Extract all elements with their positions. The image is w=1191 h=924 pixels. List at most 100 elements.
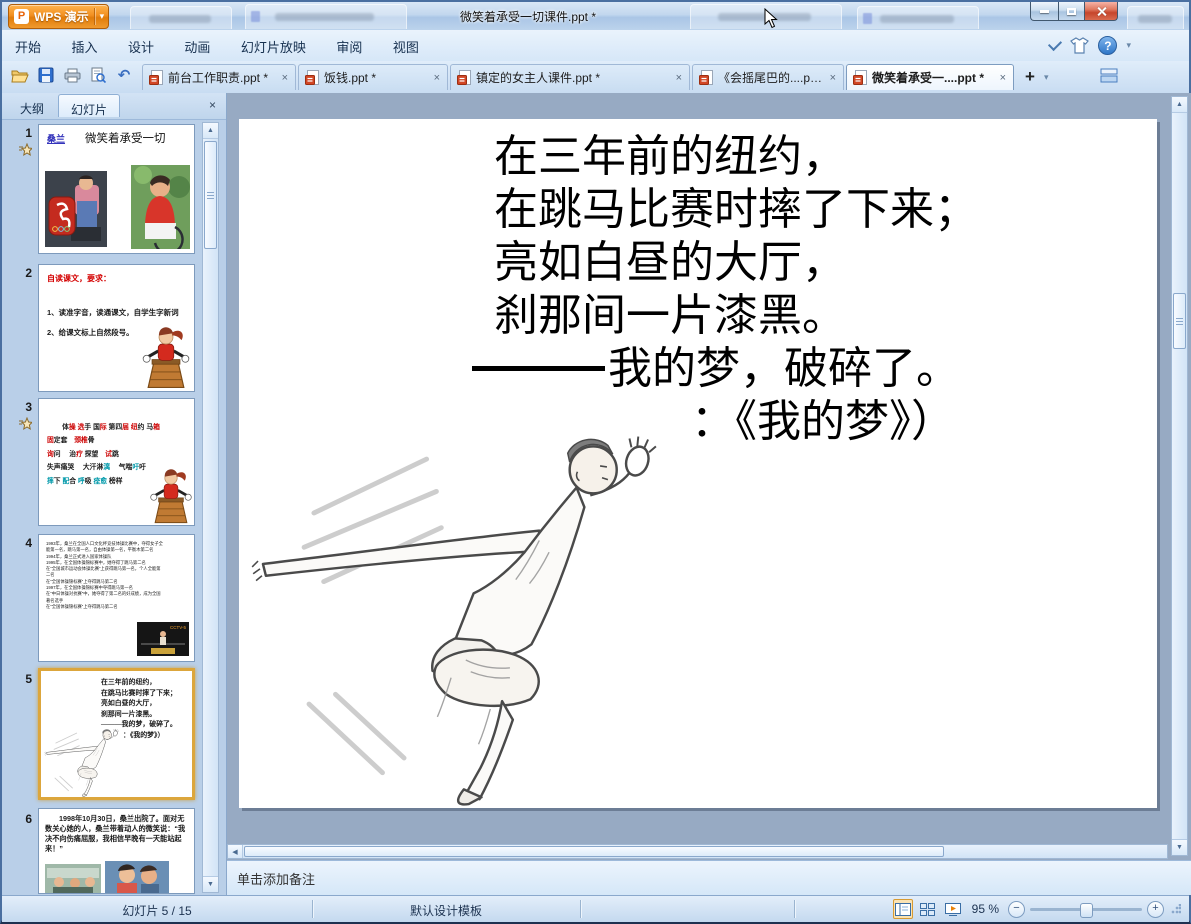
print-preview-button[interactable] <box>88 65 108 85</box>
slide-number: 2 <box>25 266 32 280</box>
doc-tab-2[interactable]: 饭钱.ppt * × <box>298 64 448 90</box>
notes-area[interactable]: 单击添加备注 <box>227 860 1191 895</box>
zoom-slider[interactable] <box>1030 902 1142 918</box>
save-button[interactable] <box>36 65 56 85</box>
svg-text:CCTV-5: CCTV-5 <box>170 625 187 630</box>
app-name: WPS 演示 <box>34 10 89 24</box>
slideshow-button[interactable] <box>943 899 963 919</box>
notes-placeholder: 单击添加备注 <box>237 872 316 887</box>
help-icon[interactable]: ? <box>1098 36 1118 55</box>
slide-thumbnail-2[interactable]: 自读课文，要求： 1、读准字音，读通课文，自学生字新词 2、给课文标上自然段号。 <box>38 264 195 392</box>
menu-item-slideshow[interactable]: 幻灯片放映 <box>228 30 319 56</box>
maximize-icon <box>1067 7 1076 15</box>
sidebar-scrollbar-thumb[interactable] <box>204 141 217 249</box>
main-horizontal-scrollbar[interactable]: ◀ <box>227 844 1168 859</box>
ppt-file-icon <box>457 70 471 85</box>
slide-thumbnail-3[interactable]: 体操 选手 国际 第四届 纽约 马箱 固定套 颈椎骨 询问 治疗 探望 试跳 失… <box>38 398 195 526</box>
maximize-button[interactable] <box>1058 2 1085 21</box>
scroll-down-icon[interactable]: ▼ <box>203 876 218 892</box>
undo-button[interactable]: ↶ <box>114 65 134 85</box>
menubar: 开始 插入 设计 动画 幻灯片放映 审阅 视图 ? ▾ <box>2 30 1189 62</box>
slide-number: 3 <box>25 400 32 414</box>
slide-text-block[interactable]: 在三年前的纽约， 在跳马比赛时摔了下来； 亮如白昼的大厅， 刹那间一片漆黑。 我… <box>472 130 978 448</box>
zoom-slider-thumb[interactable] <box>1080 902 1094 918</box>
zoom-out-button[interactable]: − <box>1008 900 1025 918</box>
em-dash-rule <box>472 366 605 371</box>
scroll-up-icon[interactable]: ▲ <box>1172 97 1187 113</box>
menu-item-view[interactable]: 视图 <box>380 30 432 56</box>
thumb1-name: 桑兰 <box>47 134 66 144</box>
background-tab-ghost <box>1127 6 1184 29</box>
tab-close-icon[interactable]: × <box>281 72 289 84</box>
menu-item-design[interactable]: 设计 <box>115 30 167 56</box>
slide-line: 刹那间一片漆黑。 <box>494 291 846 340</box>
window-controls <box>1030 2 1118 21</box>
print-button[interactable] <box>62 65 82 85</box>
resize-grip[interactable] <box>1171 904 1181 914</box>
app-menu-caret-icon[interactable]: ▾ <box>100 11 105 22</box>
slide-thumbnail-6[interactable]: 1998年10月30日，桑兰出院了。面对无数关心她的人，桑兰带着动人的微笑说：“… <box>38 808 195 894</box>
tab-slides[interactable]: 幻灯片 <box>58 94 121 117</box>
photo-competition: CCTV-5 <box>137 622 189 656</box>
horizontal-scrollbar-thumb[interactable] <box>244 846 944 857</box>
menu-item-home[interactable]: 开始 <box>2 30 54 56</box>
main-vertical-scrollbar[interactable]: ▲ ▼ <box>1171 96 1188 856</box>
menu-item-insert[interactable]: 插入 <box>58 30 110 56</box>
new-tab-button[interactable]: + <box>1018 66 1042 88</box>
divider <box>93 8 95 25</box>
menu-item-animation[interactable]: 动画 <box>171 30 223 56</box>
tab-close-icon[interactable]: × <box>829 72 837 84</box>
new-tab-caret-icon[interactable]: ▾ <box>1044 72 1049 83</box>
template-name[interactable]: 默认设计模板 <box>312 902 580 919</box>
arrange-windows-icon[interactable] <box>1100 68 1118 88</box>
slide-sorter-view-button[interactable] <box>918 899 938 919</box>
help-caret-icon[interactable]: ▾ <box>1126 40 1131 51</box>
tab-close-icon[interactable]: × <box>675 72 683 84</box>
close-button[interactable] <box>1085 2 1118 21</box>
ppt-file-icon <box>699 70 713 85</box>
slide-canvas[interactable]: 在三年前的纽约， 在跳马比赛时摔了下来； 亮如白昼的大厅， 刹那间一片漆黑。 我… <box>239 119 1157 808</box>
slide-line: 在跳马比赛时摔了下来； <box>494 185 978 234</box>
skin-theme-icon[interactable] <box>1070 37 1090 54</box>
gymnast-sketch[interactable] <box>241 415 671 807</box>
slide-thumbnail-5-selected[interactable]: 在三年前的纽约， 在跳马比赛时摔了下来； 亮如白昼的大厅， 刹那间一片漆黑。 —… <box>38 668 195 800</box>
vault-girl-clipart <box>150 469 192 524</box>
doc-tab-3[interactable]: 镇定的女主人课件.ppt * × <box>450 64 690 90</box>
menu-item-review[interactable]: 审阅 <box>323 30 375 56</box>
scroll-left-icon[interactable]: ◀ <box>228 845 243 858</box>
open-file-button[interactable] <box>10 65 30 85</box>
thumb2-line: 1、读准字音，读通课文，自学生字新词 <box>47 308 179 317</box>
doc-tab-label: 镇定的女主人课件.ppt * <box>476 71 601 85</box>
vault-girl-clipart <box>142 327 190 389</box>
tab-close-icon[interactable]: × <box>433 72 441 84</box>
titlebar: P WPS 演示 ▾ 微笑着承受一切课件.ppt * <box>2 2 1189 31</box>
tab-close-icon[interactable]: × <box>999 72 1007 84</box>
minimize-button[interactable] <box>1030 2 1058 21</box>
statusbar: 幻灯片 5 / 15 默认设计模板 95 % − + <box>2 895 1189 922</box>
thumb2-heading: 自读课文，要求： <box>47 274 111 283</box>
scroll-down-icon[interactable]: ▼ <box>1172 839 1187 855</box>
slide-thumbnail-4[interactable]: 1993年，桑兰在全国人口文化杯竞技体操比赛中，夺得女子全能第一名，跳马第一名，… <box>38 534 195 662</box>
divider <box>580 900 581 918</box>
slide-indicator: 幻灯片 5 / 15 <box>122 904 192 918</box>
slide-thumbnail-1[interactable]: 桑兰 微笑着承受一切 <box>38 124 195 254</box>
wps-presentation-window: P WPS 演示 ▾ 微笑着承受一切课件.ppt * 开始 插入 设计 动画 幻… <box>0 0 1191 924</box>
doc-tab-1[interactable]: 前台工作职责.ppt * × <box>142 64 296 90</box>
wps-logo-icon: P <box>14 9 29 24</box>
doc-tab-5-active[interactable]: 微笑着承受一....ppt * × <box>846 64 1014 90</box>
normal-view-button[interactable] <box>892 899 913 919</box>
slide-dash-line: 我的梦，破碎了。 <box>472 342 978 395</box>
slide-line: 亮如白昼的大厅， <box>494 238 846 287</box>
zoom-in-button[interactable]: + <box>1147 900 1164 918</box>
collapse-ribbon-icon[interactable] <box>1048 36 1063 52</box>
zoom-level: 95 % <box>971 902 999 916</box>
tab-outline[interactable]: 大纲 <box>8 96 56 119</box>
main-scrollbar-thumb[interactable] <box>1173 293 1186 349</box>
scroll-up-icon[interactable]: ▲ <box>203 123 218 139</box>
doc-tab-4[interactable]: 《会摇尾巴的....ppt * × <box>692 64 844 90</box>
sidebar-scrollbar[interactable]: ▲ ▼ <box>202 122 219 893</box>
doc-tab-label: 前台工作职责.ppt * <box>168 71 269 85</box>
panel-close-icon[interactable]: × <box>209 98 216 112</box>
doc-tab-label: 《会摇尾巴的....ppt * <box>718 71 824 85</box>
wps-app-button[interactable]: P WPS 演示 ▾ <box>8 4 110 29</box>
